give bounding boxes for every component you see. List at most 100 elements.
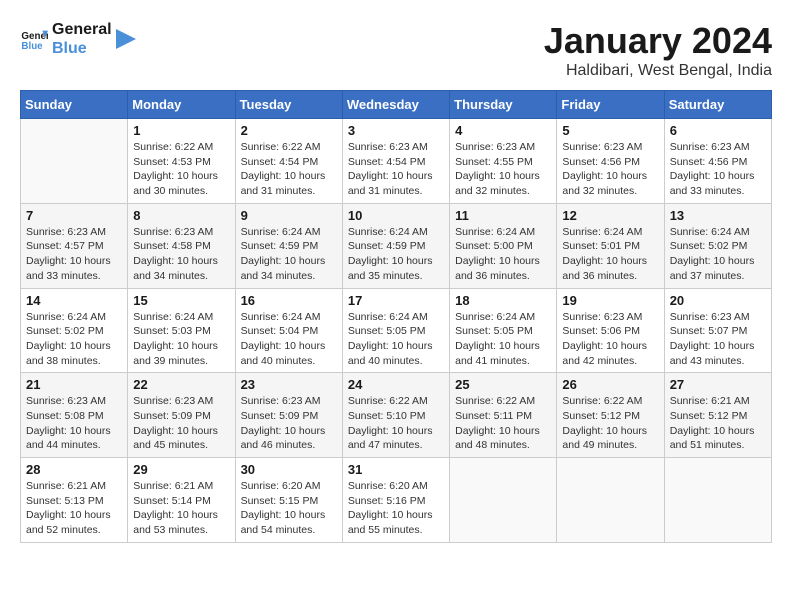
day-number: 10 [348,208,444,223]
day-info: Sunrise: 6:23 AMSunset: 5:09 PMDaylight:… [133,394,229,453]
logo-arrow-icon [116,29,136,49]
day-header: Monday [128,91,235,119]
calendar-cell: 14Sunrise: 6:24 AMSunset: 5:02 PMDayligh… [21,288,128,373]
day-number: 20 [670,293,766,308]
day-header: Friday [557,91,664,119]
day-number: 5 [562,123,658,138]
day-info: Sunrise: 6:22 AMSunset: 4:54 PMDaylight:… [241,140,337,199]
calendar-cell: 29 Sunrise: 6:21 AMSunset: 5:14 PMDayligh… [128,458,235,543]
day-header: Thursday [450,91,557,119]
day-header: Sunday [21,91,128,119]
calendar-table: SundayMondayTuesdayWednesdayThursdayFrid… [20,90,772,543]
day-number: 13 [670,208,766,223]
day-number: 15 [133,293,229,308]
calendar-cell: 21 Sunrise: 6:23 AMSunset: 5:08 PMDayligh… [21,373,128,458]
day-number: 29 [133,462,229,477]
day-number: 19 [562,293,658,308]
day-number: 24 [348,377,444,392]
day-number: 17 [348,293,444,308]
day-info: Sunrise: 6:24 AMSunset: 5:00 PMDaylight:… [455,225,551,284]
calendar-cell: 28 Sunrise: 6:21 AMSunset: 5:13 PMDayligh… [21,458,128,543]
calendar-cell: 27 Sunrise: 6:21 AMSunset: 5:12 PMDayligh… [664,373,771,458]
calendar-week-row: 14Sunrise: 6:24 AMSunset: 5:02 PMDayligh… [21,288,772,373]
day-number: 23 [241,377,337,392]
day-number: 6 [670,123,766,138]
calendar-cell: 4 Sunrise: 6:23 AMSunset: 4:55 PMDaylight… [450,119,557,204]
day-number: 30 [241,462,337,477]
day-info: Sunrise: 6:24 AMSunset: 5:04 PMDaylight:… [241,310,337,369]
day-number: 25 [455,377,551,392]
calendar-cell [664,458,771,543]
day-info: Sunrise: 6:23 AMSunset: 5:07 PMDaylight:… [670,310,766,369]
calendar-cell [450,458,557,543]
calendar-cell [21,119,128,204]
calendar-cell: 23Sunrise: 6:23 AMSunset: 5:09 PMDayligh… [235,373,342,458]
day-info: Sunrise: 6:22 AMSunset: 5:12 PMDaylight:… [562,394,658,453]
day-header: Saturday [664,91,771,119]
day-number: 7 [26,208,122,223]
day-info: Sunrise: 6:20 AMSunset: 5:16 PMDaylight:… [348,479,444,538]
day-number: 21 [26,377,122,392]
day-info: Sunrise: 6:24 AMSunset: 5:05 PMDaylight:… [455,310,551,369]
day-number: 3 [348,123,444,138]
day-info: Sunrise: 6:24 AMSunset: 5:03 PMDaylight:… [133,310,229,369]
day-number: 31 [348,462,444,477]
day-info: Sunrise: 6:22 AMSunset: 4:53 PMDaylight:… [133,140,229,199]
day-info: Sunrise: 6:23 AMSunset: 5:06 PMDaylight:… [562,310,658,369]
location-title: Haldibari, West Bengal, India [544,62,772,80]
day-info: Sunrise: 6:24 AMSunset: 4:59 PMDaylight:… [241,225,337,284]
day-info: Sunrise: 6:24 AMSunset: 4:59 PMDaylight:… [348,225,444,284]
day-info: Sunrise: 6:23 AMSunset: 4:58 PMDaylight:… [133,225,229,284]
calendar-cell: 26Sunrise: 6:22 AMSunset: 5:12 PMDayligh… [557,373,664,458]
calendar-week-row: 21 Sunrise: 6:23 AMSunset: 5:08 PMDayligh… [21,373,772,458]
calendar-cell: 30Sunrise: 6:20 AMSunset: 5:15 PMDayligh… [235,458,342,543]
day-info: Sunrise: 6:23 AMSunset: 4:55 PMDaylight:… [455,140,551,199]
day-info: Sunrise: 6:23 AMSunset: 4:54 PMDaylight:… [348,140,444,199]
day-number: 28 [26,462,122,477]
day-info: Sunrise: 6:22 AMSunset: 5:10 PMDaylight:… [348,394,444,453]
calendar-cell: 3 Sunrise: 6:23 AMSunset: 4:54 PMDaylight… [342,119,449,204]
calendar-week-row: 1 Sunrise: 6:22 AMSunset: 4:53 PMDaylight… [21,119,772,204]
header-row: SundayMondayTuesdayWednesdayThursdayFrid… [21,91,772,119]
logo: General Blue General Blue [20,20,136,58]
day-number: 22 [133,377,229,392]
calendar-cell: 6 Sunrise: 6:23 AMSunset: 4:56 PMDaylight… [664,119,771,204]
title-section: January 2024 Haldibari, West Bengal, Ind… [544,20,772,80]
calendar-cell [557,458,664,543]
svg-text:Blue: Blue [21,41,43,52]
calendar-cell: 19 Sunrise: 6:23 AMSunset: 5:06 PMDayligh… [557,288,664,373]
day-info: Sunrise: 6:23 AMSunset: 4:56 PMDaylight:… [670,140,766,199]
calendar-cell: 31 Sunrise: 6:20 AMSunset: 5:16 PMDayligh… [342,458,449,543]
day-number: 2 [241,123,337,138]
calendar-cell: 12 Sunrise: 6:24 AMSunset: 5:01 PMDayligh… [557,203,664,288]
day-info: Sunrise: 6:24 AMSunset: 5:01 PMDaylight:… [562,225,658,284]
calendar-cell: 16Sunrise: 6:24 AMSunset: 5:04 PMDayligh… [235,288,342,373]
calendar-cell: 13 Sunrise: 6:24 AMSunset: 5:02 PMDayligh… [664,203,771,288]
calendar-cell: 24 Sunrise: 6:22 AMSunset: 5:10 PMDayligh… [342,373,449,458]
day-number: 9 [241,208,337,223]
day-info: Sunrise: 6:23 AMSunset: 4:57 PMDaylight:… [26,225,122,284]
day-number: 4 [455,123,551,138]
calendar-cell: 8 Sunrise: 6:23 AMSunset: 4:58 PMDaylight… [128,203,235,288]
day-info: Sunrise: 6:23 AMSunset: 4:56 PMDaylight:… [562,140,658,199]
calendar-cell: 17Sunrise: 6:24 AMSunset: 5:05 PMDayligh… [342,288,449,373]
day-info: Sunrise: 6:21 AMSunset: 5:13 PMDaylight:… [26,479,122,538]
page-header: General Blue General Blue January 2024 H… [20,20,772,80]
day-info: Sunrise: 6:21 AMSunset: 5:12 PMDaylight:… [670,394,766,453]
calendar-cell: 5 Sunrise: 6:23 AMSunset: 4:56 PMDaylight… [557,119,664,204]
calendar-cell: 2 Sunrise: 6:22 AMSunset: 4:54 PMDaylight… [235,119,342,204]
calendar-cell: 1 Sunrise: 6:22 AMSunset: 4:53 PMDaylight… [128,119,235,204]
day-info: Sunrise: 6:21 AMSunset: 5:14 PMDaylight:… [133,479,229,538]
day-number: 1 [133,123,229,138]
logo-blue-text: Blue [52,39,112,58]
calendar-week-row: 28 Sunrise: 6:21 AMSunset: 5:13 PMDayligh… [21,458,772,543]
day-info: Sunrise: 6:24 AMSunset: 5:02 PMDaylight:… [670,225,766,284]
calendar-cell: 15 Sunrise: 6:24 AMSunset: 5:03 PMDayligh… [128,288,235,373]
day-info: Sunrise: 6:22 AMSunset: 5:11 PMDaylight:… [455,394,551,453]
day-number: 12 [562,208,658,223]
day-number: 8 [133,208,229,223]
calendar-cell: 10 Sunrise: 6:24 AMSunset: 4:59 PMDayligh… [342,203,449,288]
calendar-cell: 7 Sunrise: 6:23 AMSunset: 4:57 PMDaylight… [21,203,128,288]
day-number: 27 [670,377,766,392]
day-info: Sunrise: 6:23 AMSunset: 5:08 PMDaylight:… [26,394,122,453]
